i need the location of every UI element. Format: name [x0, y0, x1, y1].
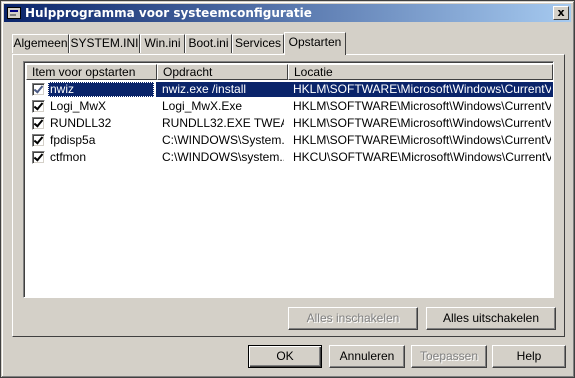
startup-items-list[interactable]: Item voor opstarten Opdracht Locatie nwi… — [23, 61, 554, 298]
list-row[interactable]: nwiz nwiz.exe /install HKLM\SOFTWARE\Mic… — [26, 81, 553, 98]
tab-services[interactable]: Services — [232, 34, 284, 53]
tab-opstarten[interactable]: Opstarten — [284, 32, 346, 55]
row-checkbox[interactable] — [32, 117, 45, 130]
item-name: RUNDLL32 — [50, 116, 112, 130]
row-checkbox[interactable] — [32, 83, 45, 96]
item-location: HKLM\SOFTWARE\Microsoft\Windows\CurrentV… — [293, 99, 551, 113]
column-header-item[interactable]: Item voor opstarten — [26, 64, 157, 80]
item-name: fpdisp5a — [50, 133, 96, 147]
title-bar[interactable]: Hulpprogramma voor systeemconfiguratie x — [4, 4, 571, 22]
system-config-window: Hulpprogramma voor systeemconfiguratie x… — [0, 0, 575, 378]
row-checkbox[interactable] — [32, 100, 45, 113]
tab-system-ini[interactable]: SYSTEM.INI — [69, 34, 140, 53]
item-command: nwiz.exe /install — [162, 82, 247, 96]
item-command: C:\WINDOWS\System... — [162, 133, 284, 147]
item-name: nwiz — [50, 82, 75, 96]
item-command: C:\WINDOWS\system... — [162, 150, 284, 164]
item-command: Logi_MwX.Exe — [162, 99, 243, 113]
tab-algemeen[interactable]: Algemeen — [12, 34, 69, 53]
enable-all-button[interactable]: Alles inschakelen — [288, 307, 418, 330]
row-checkbox[interactable] — [32, 151, 45, 164]
item-location: HKLM\SOFTWARE\Microsoft\Windows\CurrentV… — [293, 82, 551, 96]
cancel-button[interactable]: Annuleren — [329, 345, 405, 368]
item-location: HKCU\SOFTWARE\Microsoft\Windows\CurrentV… — [293, 150, 551, 164]
list-row[interactable]: RUNDLL32 RUNDLL32.EXE TWEA... HKLM\SOFTW… — [26, 115, 551, 132]
item-location: HKLM\SOFTWARE\Microsoft\Windows\CurrentV… — [293, 133, 551, 147]
tab-win-ini[interactable]: Win.ini — [140, 34, 185, 53]
disable-all-button[interactable]: Alles uitschakelen — [426, 307, 556, 330]
window-title: Hulpprogramma voor systeemconfiguratie — [25, 6, 312, 20]
item-name: Logi_MwX — [50, 99, 107, 113]
list-header: Item voor opstarten Opdracht Locatie — [26, 64, 553, 80]
column-header-location[interactable]: Locatie — [288, 64, 553, 80]
msconfig-app-icon — [7, 7, 21, 19]
list-row[interactable]: ctfmon C:\WINDOWS\system... HKCU\SOFTWAR… — [26, 149, 551, 166]
help-button[interactable]: Help — [492, 345, 566, 368]
item-command: RUNDLL32.EXE TWEA... — [162, 116, 284, 130]
row-checkbox[interactable] — [32, 134, 45, 147]
item-location: HKLM\SOFTWARE\Microsoft\Windows\CurrentV… — [293, 116, 551, 130]
list-row[interactable]: fpdisp5a C:\WINDOWS\System... HKLM\SOFTW… — [26, 132, 551, 149]
item-name: ctfmon — [50, 150, 87, 164]
ok-button[interactable]: OK — [248, 345, 322, 368]
list-row[interactable]: Logi_MwX Logi_MwX.Exe HKLM\SOFTWARE\Micr… — [26, 98, 551, 115]
column-header-command[interactable]: Opdracht — [157, 64, 288, 80]
apply-button[interactable]: Toepassen — [411, 345, 487, 368]
tab-boot-ini[interactable]: Boot.ini — [185, 34, 232, 53]
close-button[interactable]: x — [553, 6, 569, 20]
